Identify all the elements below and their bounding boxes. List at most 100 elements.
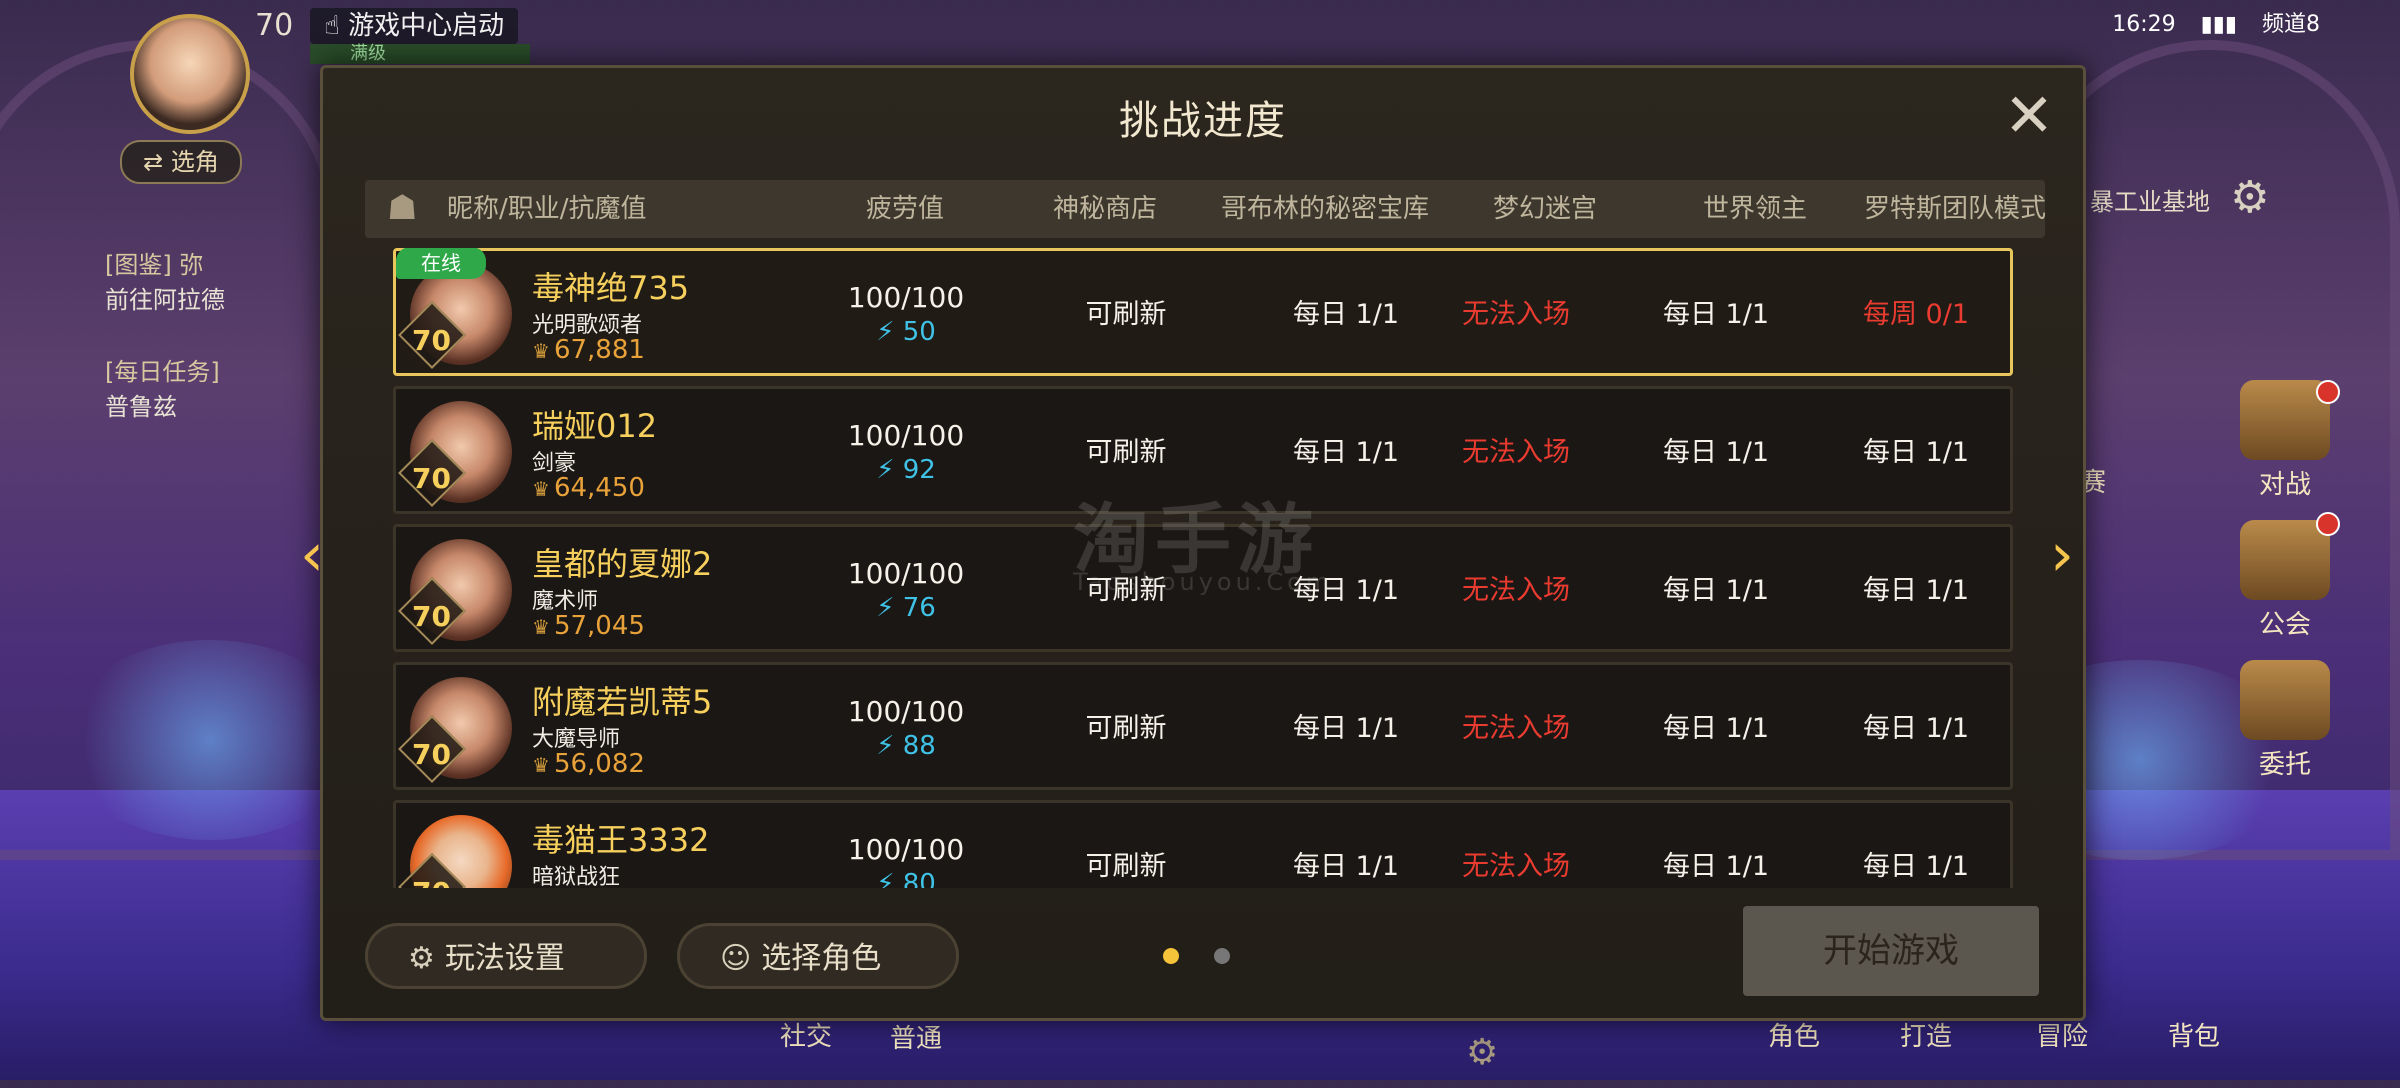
- level-text: 70: [412, 738, 451, 771]
- table-row[interactable]: 70 附魔若凯蒂5 大魔导师 ♛ 56,082 100/100 ⚡ 88 可刷新 …: [393, 662, 2013, 790]
- lord-status: 每日 1/1: [1662, 299, 1770, 330]
- glow-left: [60, 640, 360, 840]
- rotes-status: 每周 0/1: [1862, 299, 1970, 330]
- location-label: 暴工业基地: [2090, 188, 2210, 216]
- shop-status: 可刷新: [1085, 851, 1167, 882]
- challenge-progress-dialog: 挑战进度 ✕ ☗ 昵称/职业/抗魔值 疲劳值 神秘商店 哥布林的秘密宝库 梦幻迷…: [320, 65, 2086, 1021]
- fatigue-value: 100/100: [847, 281, 965, 314]
- start-game-button[interactable]: 开始游戏: [1743, 906, 2039, 996]
- fatigue-value: 100/100: [847, 557, 965, 590]
- page-dot-2[interactable]: [1214, 948, 1231, 964]
- level-text: 70: [412, 462, 451, 495]
- notice-item[interactable]: [图鉴] 弥 前往阿拉德: [105, 245, 325, 315]
- lightning-icon: ⚡: [876, 455, 895, 485]
- lightning-icon: ⚡: [876, 317, 895, 347]
- maze-status: 无法入场: [1462, 575, 1570, 606]
- gear-icon[interactable]: ⚙: [2230, 172, 2269, 223]
- signal-icon: ▮▮▮: [2200, 12, 2237, 37]
- crest-icon: ♛: [532, 753, 550, 777]
- battle-label: 对战: [2258, 470, 2311, 500]
- character-icon: ☺: [720, 941, 752, 976]
- avatar: 70: [398, 677, 512, 783]
- channel: 频道8: [2262, 12, 2320, 37]
- dialog-title: 挑战进度: [1119, 98, 1287, 144]
- guild-button[interactable]: 公会: [2230, 520, 2340, 641]
- rotes-status: 每日 1/1: [1862, 437, 1970, 468]
- commission-button[interactable]: 委托: [2230, 660, 2340, 781]
- character-name: 毒猫王3332: [532, 821, 710, 859]
- table-row[interactable]: 70 毒猫王3332 暗狱战狂 100/100 ⚡ 80 可刷新 每日 1/1 …: [393, 800, 2013, 888]
- helmet-icon: ☗: [387, 188, 418, 228]
- rotes-status: 每日 1/1: [1862, 575, 1970, 606]
- lightning-icon: ⚡: [876, 869, 895, 888]
- lord-status: 每日 1/1: [1662, 851, 1770, 882]
- energy-value: ⚡ 88: [876, 731, 936, 761]
- chevron-left-icon[interactable]: ‹: [300, 520, 324, 590]
- maze-status: 无法入场: [1462, 299, 1570, 330]
- switch-role-button[interactable]: ⇄ 选角: [120, 140, 242, 184]
- guild-label: 公会: [2258, 610, 2311, 640]
- notice-item[interactable]: [每日任务] 普鲁兹: [105, 352, 325, 422]
- page-dot-1[interactable]: [1163, 948, 1179, 964]
- lord-status: 每日 1/1: [1662, 575, 1770, 606]
- notice-sub: 前往阿拉德: [105, 286, 225, 314]
- chevron-right-icon[interactable]: ›: [2050, 520, 2074, 590]
- shop-status: 可刷新: [1085, 437, 1167, 468]
- close-icon[interactable]: ✕: [1999, 86, 2059, 148]
- gear-icon[interactable]: ⚙: [1466, 1032, 1498, 1073]
- status-bar: 16:29 ▮▮▮ 频道8: [2094, 6, 2320, 38]
- fatigue-value: 100/100: [847, 833, 965, 866]
- anti-magic-value: ♛ 64,450: [532, 473, 645, 503]
- select-role-label: 选择角色: [761, 941, 882, 976]
- shop-status: 可刷新: [1085, 299, 1167, 330]
- character-name: 皇都的夏娜2: [532, 545, 713, 583]
- notice-title: [图鉴] 弥: [105, 251, 204, 279]
- settings-button[interactable]: ⚙ 玩法设置: [365, 923, 647, 989]
- table-row[interactable]: 70 在线 毒神绝735 光明歌颂者 ♛ 67,881 100/100 ⚡ 50 …: [393, 248, 2013, 376]
- game-center-label: 游戏中心启动: [348, 11, 505, 41]
- bag-button[interactable]: 背包: [2168, 1016, 2220, 1086]
- character-job: 暗狱战狂: [532, 865, 621, 888]
- shield-icon: [2240, 520, 2330, 600]
- select-role-button[interactable]: ☺ 选择角色: [677, 923, 959, 989]
- avatar: 70: [398, 401, 512, 507]
- anti-magic-value: ♛ 56,082: [532, 749, 645, 779]
- character-name: 毒神绝735: [532, 269, 690, 307]
- hand-icon: ☝: [324, 11, 340, 41]
- maze-status: 无法入场: [1462, 437, 1570, 468]
- level-text: 70: [412, 324, 451, 357]
- lord-status: 每日 1/1: [1662, 437, 1770, 468]
- settings-label: 玩法设置: [444, 941, 565, 976]
- commission-label: 委托: [2258, 750, 2311, 780]
- craft-button[interactable]: 打造: [1900, 1016, 1952, 1086]
- energy-value: ⚡ 80: [826, 869, 986, 888]
- lightning-icon: ⚡: [876, 731, 895, 761]
- fatigue-value: 100/100: [847, 419, 965, 452]
- character-button[interactable]: 角色: [1768, 1016, 1820, 1086]
- col-lord: 世界领主: [1702, 194, 1807, 224]
- game-center-button[interactable]: ☝ 游戏中心启动: [310, 8, 519, 44]
- level-text: 70: [412, 600, 451, 633]
- col-maze: 梦幻迷宫: [1492, 194, 1597, 224]
- lightning-icon: ⚡: [876, 593, 895, 623]
- anti-magic-value: ♛ 67,881: [532, 335, 645, 365]
- col-shop: 神秘商店: [1052, 194, 1157, 224]
- notice-sub: 普鲁兹: [105, 393, 177, 421]
- page-indicator[interactable]: [1163, 948, 1260, 968]
- col-rotes: 罗特斯团队模式: [1863, 194, 2046, 224]
- crest-icon: ♛: [532, 477, 550, 501]
- maze-status: 无法入场: [1462, 713, 1570, 744]
- player-level: 70: [255, 8, 294, 43]
- lord-status: 每日 1/1: [1662, 713, 1770, 744]
- fatigue-value: 100/100: [847, 695, 965, 728]
- player-avatar[interactable]: [130, 14, 250, 134]
- notification-dot: [2316, 512, 2340, 536]
- table-header: ☗ 昵称/职业/抗魔值 疲劳值 神秘商店 哥布林的秘密宝库 梦幻迷宫 世界领主 …: [365, 180, 2046, 238]
- online-badge: 在线: [396, 248, 486, 279]
- watermark-sub: Taoshouyou.Com: [1073, 568, 1334, 596]
- normal-button[interactable]: 普通: [890, 1018, 942, 1088]
- social-button[interactable]: 社交: [780, 1016, 832, 1086]
- crest-icon: ♛: [532, 615, 550, 639]
- col-fatigue: 疲劳值: [865, 194, 944, 224]
- adventure-button[interactable]: 冒险: [2036, 1016, 2088, 1086]
